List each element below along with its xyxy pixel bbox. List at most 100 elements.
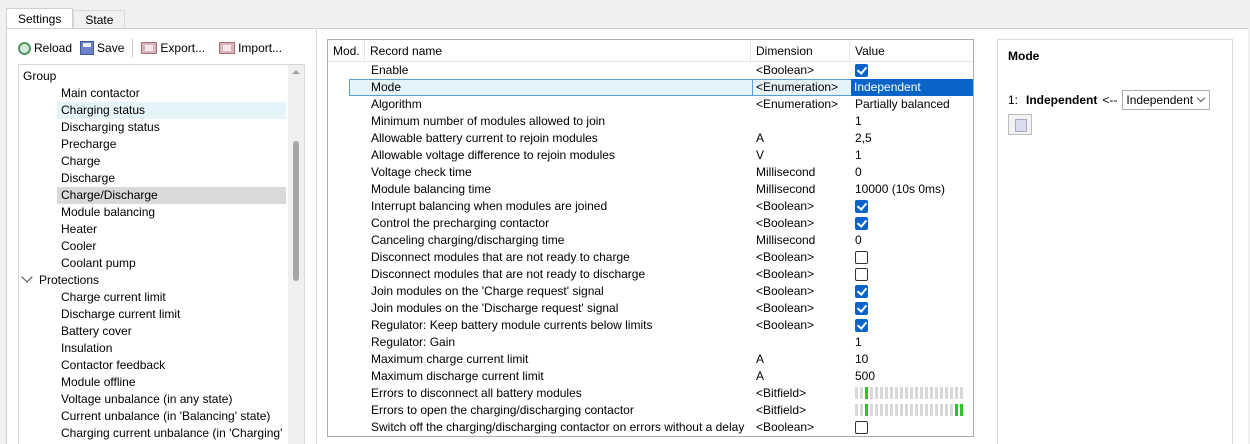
table-row[interactable]: Enable <Boolean> [328,62,973,79]
value-checkbox[interactable] [855,268,868,281]
tree-item[interactable]: Protections [21,271,99,289]
value-cell[interactable]: 1 [855,113,973,130]
value-cell[interactable] [855,62,973,79]
value-cell[interactable]: 0 [855,164,973,181]
bitfield-bit[interactable] [885,387,888,399]
bitfield-bit[interactable] [875,387,878,399]
tree-item[interactable]: Insulation [57,340,112,357]
mode-select[interactable]: Independent [1122,90,1211,110]
table-row[interactable]: Algorithm <Enumeration> Partially balanced [328,96,973,113]
tree-item[interactable]: Module offline [57,374,136,391]
bitfield-bit[interactable] [890,404,893,416]
bitfield-bit[interactable] [860,387,863,399]
bitfield-bit[interactable] [870,404,873,416]
table-row[interactable]: Disconnect modules that are not ready to… [328,249,973,266]
tree-item[interactable]: Main contactor [57,85,140,102]
bitfield-bit[interactable] [865,404,868,416]
bitfield-bit[interactable] [935,404,938,416]
tree-item[interactable]: Discharging status [57,119,160,136]
tree-item[interactable]: Discharge current limit [57,306,180,323]
bitfield-bit[interactable] [940,404,943,416]
tree-item[interactable]: Charging status [57,102,286,119]
bitfield-bit[interactable] [960,387,963,399]
table-row[interactable]: Regulator: Gain 1 [328,334,973,351]
bitfield-bit[interactable] [960,404,963,416]
table-row[interactable]: Interrupt balancing when modules are joi… [328,198,973,215]
value-cell[interactable] [855,266,973,283]
import-button[interactable]: Import... [215,38,286,58]
value-cell[interactable] [855,419,973,436]
table-row[interactable]: Mode <Enumeration> Independent [328,79,973,96]
table-row[interactable]: Minimum number of modules allowed to joi… [328,113,973,130]
bitfield-bit[interactable] [940,387,943,399]
column-header-dimension[interactable]: Dimension [751,40,850,62]
bitfield-bit[interactable] [875,404,878,416]
value-cell[interactable]: Independent [851,79,973,96]
value-cell[interactable] [855,215,973,232]
tree-item[interactable]: Precharge [57,136,116,153]
value-cell[interactable] [855,198,973,215]
value-checkbox[interactable] [855,251,868,264]
chevron-down-icon[interactable] [21,271,33,283]
table-row[interactable]: Disconnect modules that are not ready to… [328,266,973,283]
bitfield-bit[interactable] [870,387,873,399]
column-header-mod[interactable]: Mod. [328,40,365,62]
value-checkbox[interactable] [855,217,868,230]
tree-item[interactable]: Coolant pump [57,255,136,272]
scrollbar-thumb[interactable] [293,141,299,281]
value-cell[interactable] [855,402,973,419]
table-row[interactable]: Module balancing time Millisecond 10000 (1… [328,181,973,198]
bitfield-bit[interactable] [905,404,908,416]
bitfield-bit[interactable] [930,404,933,416]
save-button[interactable]: Save [76,38,128,58]
bitfield-bit[interactable] [935,387,938,399]
tab-state[interactable]: State [73,10,126,28]
scroll-up-arrow-icon[interactable] [292,70,300,74]
value-checkbox[interactable] [855,302,868,315]
bitfield-bit[interactable] [950,404,953,416]
tree-item[interactable]: Charge current limit [57,289,166,306]
value-cell[interactable]: 1 [855,334,973,351]
value-cell[interactable]: 10 [855,351,973,368]
bitfield-bit[interactable] [900,387,903,399]
bitfield-bit[interactable] [910,387,913,399]
column-header-value[interactable]: Value [850,40,973,62]
tree-item[interactable]: Discharge [57,170,115,187]
tree-scrollbar[interactable] [288,65,304,444]
tree-item[interactable]: Battery cover [57,323,132,340]
tree-item[interactable]: Charge/Discharge [57,187,286,204]
table-row[interactable]: Join modules on the 'Discharge request' … [328,300,973,317]
bitfield-bit[interactable] [920,404,923,416]
bitfield-bit[interactable] [920,387,923,399]
bitfield-editor[interactable] [855,387,965,399]
value-cell[interactable]: Partially balanced [855,96,973,113]
table-row[interactable]: Allowable battery current to rejoin modu… [328,130,973,147]
value-checkbox[interactable] [855,285,868,298]
value-cell[interactable] [855,249,973,266]
bitfield-bit[interactable] [930,387,933,399]
tree-item[interactable]: Heater [57,221,97,238]
tree-item[interactable]: Voltage unbalance (in any state) [57,391,232,408]
bitfield-bit[interactable] [880,404,883,416]
bitfield-bit[interactable] [945,404,948,416]
detail-save-button[interactable] [1008,114,1032,135]
value-checkbox[interactable] [855,200,868,213]
tree-item[interactable]: Charge [57,153,100,170]
bitfield-bit[interactable] [925,404,928,416]
value-cell[interactable] [855,283,973,300]
tree-item[interactable]: Contactor feedback [57,357,165,374]
table-row[interactable]: Join modules on the 'Charge request' sig… [328,283,973,300]
bitfield-bit[interactable] [860,404,863,416]
bitfield-bit[interactable] [915,387,918,399]
value-cell[interactable]: 500 [855,368,973,385]
group-tree[interactable]: Group Main contactor Charging status Disch… [18,64,305,444]
tree-item[interactable]: Current unbalance (in 'Balancing' state) [57,408,270,425]
bitfield-bit[interactable] [895,404,898,416]
table-row[interactable]: Maximum charge current limit A 10 [328,351,973,368]
value-checkbox[interactable] [855,319,868,332]
table-row[interactable]: Errors to disconnect all battery modules… [328,385,973,402]
tab-settings[interactable]: Settings [6,8,74,29]
bitfield-bit[interactable] [885,404,888,416]
table-row[interactable]: Control the precharging contactor <Boolea… [328,215,973,232]
tree-item[interactable]: Module balancing [57,204,155,221]
